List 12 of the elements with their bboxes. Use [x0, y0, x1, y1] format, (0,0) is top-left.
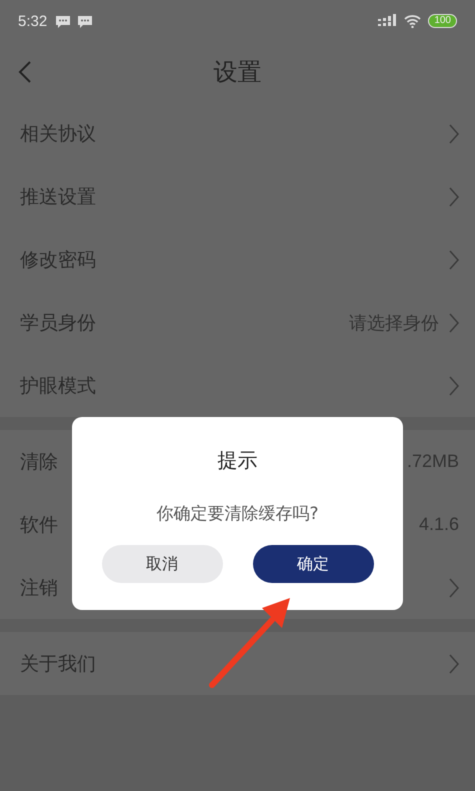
row-label: 学员身份: [20, 310, 96, 336]
row-label: 修改密码: [20, 248, 96, 272]
row-label: 护眼模式: [20, 374, 96, 398]
page-title: 设置: [214, 57, 262, 88]
dialog-title: 提示: [218, 447, 258, 474]
row-label: 推送设置: [20, 184, 96, 210]
dialog-message: 你确定要清除缓存吗?: [156, 503, 319, 525]
row-label: 相关协议: [20, 122, 96, 146]
status-time: 5:32: [18, 12, 48, 30]
battery-indicator: 100: [428, 14, 457, 28]
row-label: 注销: [20, 576, 58, 600]
row-label: 关于我们: [20, 652, 96, 676]
